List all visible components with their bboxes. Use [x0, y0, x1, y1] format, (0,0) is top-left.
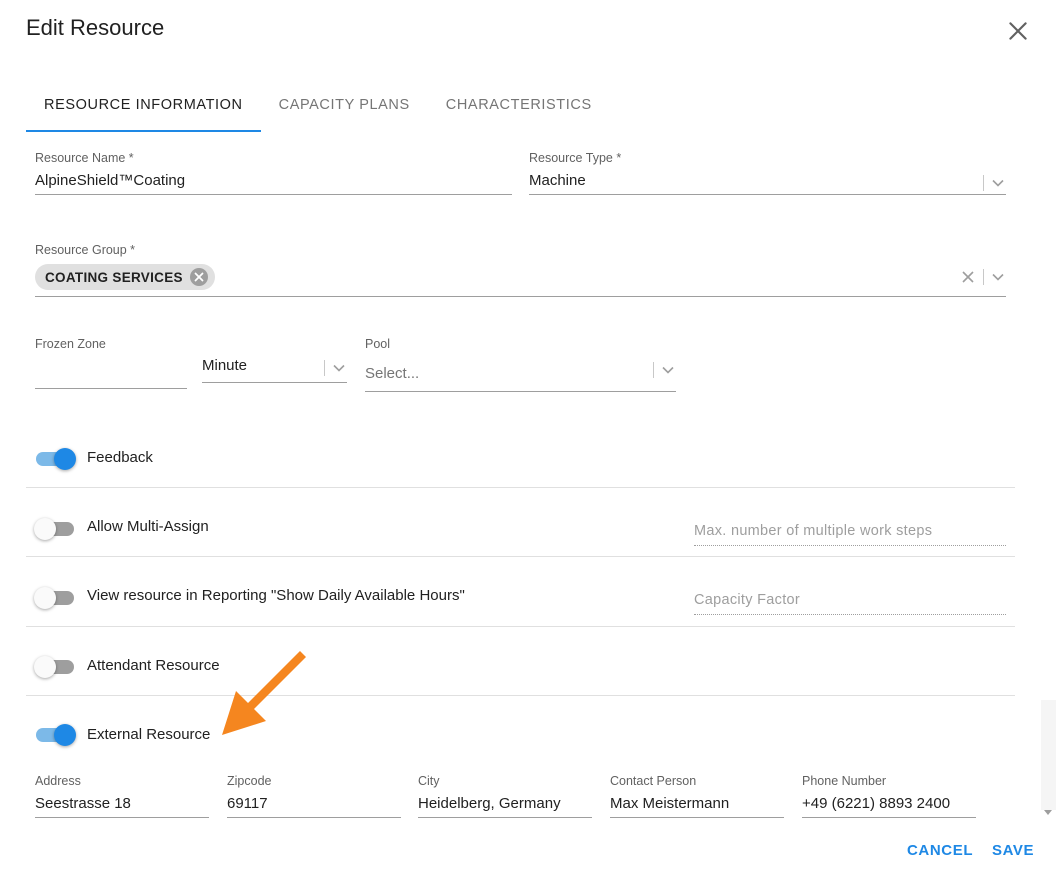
scrollbar[interactable] [1041, 700, 1056, 810]
select-separator [983, 175, 984, 191]
scroll-down-icon[interactable] [1043, 807, 1053, 817]
edit-resource-dialog: Edit Resource RESOURCE INFORMATION CAPAC… [0, 0, 1056, 878]
address-field[interactable]: Address Seestrasse 18 [35, 774, 209, 818]
chip-remove-icon[interactable] [189, 267, 209, 287]
attendant-label: Attendant Resource [87, 657, 220, 674]
multi-assign-toggle[interactable] [34, 516, 74, 540]
tab-characteristics[interactable]: CHARACTERISTICS [428, 82, 610, 132]
chip-label: COATING SERVICES [45, 269, 183, 285]
phone-number-input[interactable]: +49 (6221) 8893 2400 [802, 794, 976, 818]
resource-name-field[interactable]: Resource Name * AlpineShield™Coating [35, 151, 512, 195]
resource-group-label: Resource Group * [35, 243, 136, 257]
chevron-down-icon[interactable] [990, 269, 1006, 285]
city-field[interactable]: City Heidelberg, Germany [418, 774, 592, 818]
chevron-down-icon[interactable] [331, 360, 347, 376]
attendant-row: Attendant Resource [26, 626, 1015, 695]
multi-assign-row: Allow Multi-Assign Max. number of multip… [26, 487, 1015, 556]
select-separator [324, 360, 325, 376]
reporting-label: View resource in Reporting "Show Daily A… [87, 587, 465, 604]
city-label: City [418, 774, 440, 788]
select-separator [653, 362, 654, 378]
multi-assign-label: Allow Multi-Assign [87, 518, 209, 535]
external-row: External Resource [26, 695, 1015, 764]
zipcode-field[interactable]: Zipcode 69117 [227, 774, 401, 818]
zipcode-input[interactable]: 69117 [227, 794, 401, 818]
tab-capacity-plans[interactable]: CAPACITY PLANS [261, 82, 428, 132]
external-toggle[interactable] [36, 722, 76, 746]
select-separator [983, 269, 984, 285]
feedback-toggle[interactable] [36, 446, 76, 470]
save-button[interactable]: SAVE [992, 842, 1034, 859]
city-input[interactable]: Heidelberg, Germany [418, 794, 592, 818]
frozen-zone-label: Frozen Zone [35, 337, 106, 351]
resource-group-select[interactable]: Resource Group * COATING SERVICES [35, 243, 1006, 297]
address-input[interactable]: Seestrasse 18 [35, 794, 209, 818]
pool-placeholder[interactable]: Select... [365, 364, 676, 392]
resource-type-value[interactable]: Machine [529, 171, 1006, 195]
phone-number-field[interactable]: Phone Number +49 (6221) 8893 2400 [802, 774, 976, 818]
frozen-unit-select[interactable]: Minute [202, 356, 347, 383]
attendant-toggle[interactable] [34, 654, 74, 678]
resource-name-input[interactable]: AlpineShield™Coating [35, 171, 512, 195]
resource-name-label: Resource Name * [35, 151, 134, 165]
tab-bar: RESOURCE INFORMATION CAPACITY PLANS CHAR… [26, 82, 610, 132]
annotation-arrow-icon [222, 651, 306, 735]
address-label: Address [35, 774, 81, 788]
contact-person-input[interactable]: Max Meistermann [610, 794, 784, 818]
reporting-toggle[interactable] [34, 585, 74, 609]
dialog-title: Edit Resource [26, 15, 165, 40]
reporting-row: View resource in Reporting "Show Daily A… [26, 556, 1015, 625]
external-label: External Resource [87, 726, 211, 743]
contact-person-label: Contact Person [610, 774, 697, 788]
pool-select[interactable]: Pool Select... [365, 337, 676, 392]
clear-icon[interactable] [961, 270, 975, 284]
max-work-steps-input[interactable]: Max. number of multiple work steps [694, 518, 1006, 546]
frozen-zone-input[interactable] [35, 365, 187, 389]
feedback-row: Feedback [26, 422, 1015, 491]
capacity-factor-input[interactable]: Capacity Factor [694, 587, 1006, 615]
frozen-zone-field[interactable]: Frozen Zone [35, 337, 187, 389]
tab-resource-information[interactable]: RESOURCE INFORMATION [26, 82, 261, 132]
resource-type-label: Resource Type * [529, 151, 622, 165]
resource-type-select[interactable]: Resource Type * Machine [529, 151, 1006, 195]
chevron-down-icon[interactable] [660, 362, 676, 378]
pool-label: Pool [365, 337, 391, 351]
cancel-button[interactable]: CANCEL [907, 842, 973, 859]
chevron-down-icon[interactable] [990, 175, 1006, 191]
phone-number-label: Phone Number [802, 774, 887, 788]
close-icon[interactable] [1005, 18, 1031, 44]
feedback-label: Feedback [87, 449, 153, 466]
contact-person-field[interactable]: Contact Person Max Meistermann [610, 774, 784, 818]
resource-group-chip: COATING SERVICES [35, 264, 215, 290]
zipcode-label: Zipcode [227, 774, 272, 788]
